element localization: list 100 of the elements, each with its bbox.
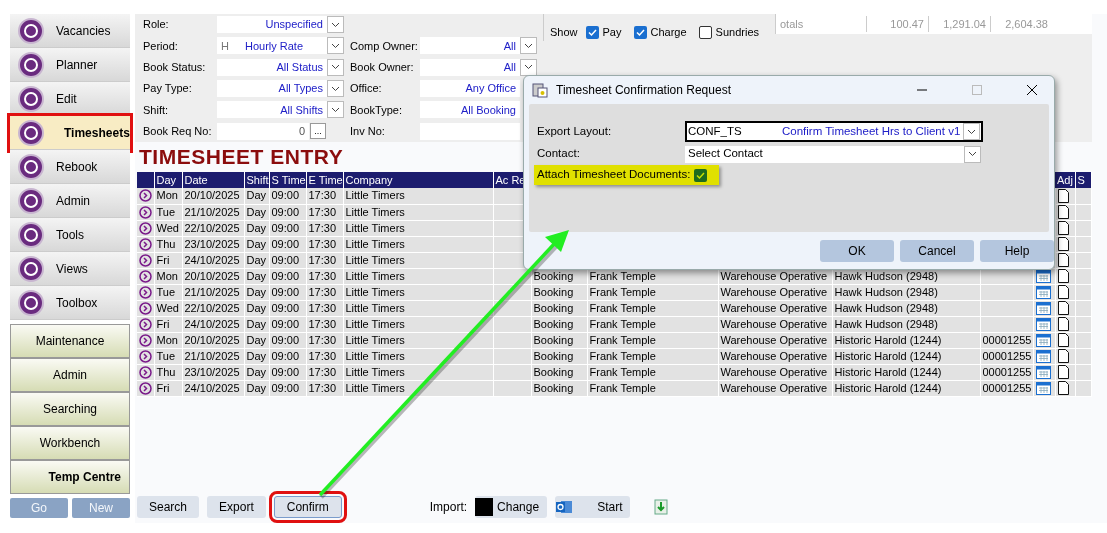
table-cell: 20/10/2025 — [182, 268, 244, 284]
circle-icon — [18, 85, 44, 112]
layout-name: Confirm Timesheet Hrs to Client v1 — [782, 123, 962, 139]
import-button[interactable]: Change — [475, 496, 548, 518]
document-icon[interactable] — [1057, 333, 1069, 347]
checkbox[interactable] — [698, 25, 712, 39]
dropdown-field[interactable]: Unspecified — [217, 16, 327, 34]
dropdown-button[interactable] — [327, 16, 344, 34]
dropdown-button[interactable] — [327, 58, 344, 76]
browse-button[interactable]: ... — [310, 123, 326, 140]
close-icon[interactable] — [1026, 84, 1038, 96]
chevron-right-icon[interactable] — [139, 317, 152, 331]
totals-label: otals — [779, 16, 805, 32]
export-layout-dropdown[interactable]: CONF_TS Confirm Timesheet Hrs to Client v1 — [685, 121, 983, 142]
table-cell: Little Timers — [343, 204, 493, 220]
module-tab[interactable]: Admin — [10, 358, 130, 392]
document-icon[interactable] — [1057, 301, 1069, 315]
chevron-right-icon[interactable] — [139, 253, 152, 267]
sidebar-item[interactable]: Toolbox — [10, 286, 130, 320]
chevron-right-icon[interactable] — [139, 349, 152, 363]
dropdown-field[interactable]: All — [420, 58, 520, 76]
document-icon[interactable] — [1057, 221, 1069, 235]
sidebar-item[interactable]: Rebook — [10, 150, 130, 184]
contact-dropdown[interactable]: Select Contact — [685, 145, 981, 163]
table-cell: 17:30 — [306, 204, 343, 220]
dropdown-button[interactable] — [327, 37, 344, 55]
text-field[interactable] — [420, 122, 520, 140]
document-icon[interactable] — [1057, 317, 1069, 331]
document-icon[interactable] — [1057, 205, 1069, 219]
dialog-button[interactable]: Help — [980, 240, 1054, 262]
table-cell: 17:30 — [306, 332, 343, 348]
chevron-right-icon[interactable] — [139, 221, 152, 235]
chevron-right-icon[interactable] — [139, 269, 152, 283]
action-button[interactable]: Search — [137, 496, 200, 518]
field-label: Inv No: — [350, 124, 386, 140]
checkbox[interactable] — [633, 25, 647, 39]
total-value: 2,604.38 — [990, 15, 1052, 33]
import-button[interactable]: Start — [555, 496, 631, 518]
checkbox[interactable] — [585, 25, 599, 39]
sidebar-item[interactable]: Admin — [10, 184, 130, 218]
dropdown-button[interactable] — [520, 37, 537, 55]
table-cell: Booking — [531, 284, 587, 300]
action-button[interactable]: Export — [207, 496, 266, 518]
module-tab[interactable]: Searching — [10, 392, 130, 426]
document-icon[interactable] — [1057, 285, 1069, 299]
module-tab[interactable]: Workbench — [10, 426, 130, 460]
dropdown-button[interactable] — [327, 80, 344, 98]
sidebar-item[interactable]: Tools — [10, 218, 130, 252]
dropdown-field[interactable]: All Types — [217, 80, 327, 98]
checkbox[interactable] — [694, 168, 708, 182]
document-icon[interactable] — [1057, 237, 1069, 251]
dropdown-field[interactable]: H Hourly Rate — [217, 37, 327, 55]
table-cell: Day — [244, 252, 269, 268]
download-icon[interactable] — [654, 499, 669, 515]
dropdown-button[interactable] — [964, 145, 981, 163]
document-icon[interactable] — [1057, 365, 1069, 379]
dropdown-field[interactable]: All Shifts — [217, 101, 327, 119]
chevron-down-icon — [331, 64, 340, 71]
sidebar-item[interactable]: Edit — [10, 82, 130, 116]
table-cell: 20/10/2025 — [182, 188, 244, 204]
table-cell: 09:00 — [269, 380, 306, 396]
module-tab[interactable]: Temp Centre — [10, 460, 130, 494]
document-icon[interactable] — [1057, 253, 1069, 267]
field-value: Unspecified — [265, 17, 323, 33]
table-cell: Mon — [154, 268, 182, 284]
table-cell: Thu — [154, 236, 182, 252]
chevron-right-icon[interactable] — [139, 189, 152, 203]
dialog-button[interactable]: Cancel — [900, 240, 974, 262]
dropdown-field[interactable]: All Status — [217, 58, 327, 76]
sidebar-item[interactable]: Planner — [10, 48, 130, 82]
table-cell: 17:30 — [306, 348, 343, 364]
document-icon[interactable] — [1057, 381, 1069, 395]
chevron-right-icon[interactable] — [139, 285, 152, 299]
field-label: Export Layout: — [537, 123, 613, 139]
dropdown-field[interactable]: All — [420, 37, 520, 55]
chevron-right-icon[interactable] — [139, 301, 152, 315]
dialog-button[interactable]: OK — [820, 240, 894, 262]
dropdown-button[interactable] — [520, 58, 537, 76]
dropdown-button[interactable] — [963, 123, 980, 140]
module-tab[interactable]: Maintenance — [10, 324, 130, 358]
table-cell: Day — [244, 364, 269, 380]
chevron-right-icon[interactable] — [139, 381, 152, 395]
chevron-right-icon[interactable] — [139, 205, 152, 219]
chevron-right-icon[interactable] — [139, 333, 152, 347]
sidebar-item[interactable]: Views — [10, 252, 130, 286]
number-field[interactable]: 0 — [217, 122, 309, 140]
field-value: Hourly Rate — [244, 38, 304, 54]
chevron-right-icon[interactable] — [139, 237, 152, 251]
chevron-right-icon[interactable] — [139, 365, 152, 379]
document-icon[interactable] — [1057, 269, 1069, 283]
dropdown-button[interactable] — [327, 101, 344, 119]
table-cell: 17:30 — [306, 364, 343, 380]
document-icon[interactable] — [1057, 188, 1069, 203]
text-field[interactable]: All Booking — [420, 101, 520, 119]
document-icon[interactable] — [1057, 349, 1069, 363]
attach-option[interactable]: Attach Timesheet Documents: — [534, 165, 720, 185]
text-field[interactable]: Any Office — [420, 80, 520, 98]
table-cell: 22/10/2025 — [182, 300, 244, 316]
sidebar-item[interactable]: Vacancies — [10, 14, 130, 48]
sidebar-item[interactable]: Timesheets — [10, 116, 130, 150]
